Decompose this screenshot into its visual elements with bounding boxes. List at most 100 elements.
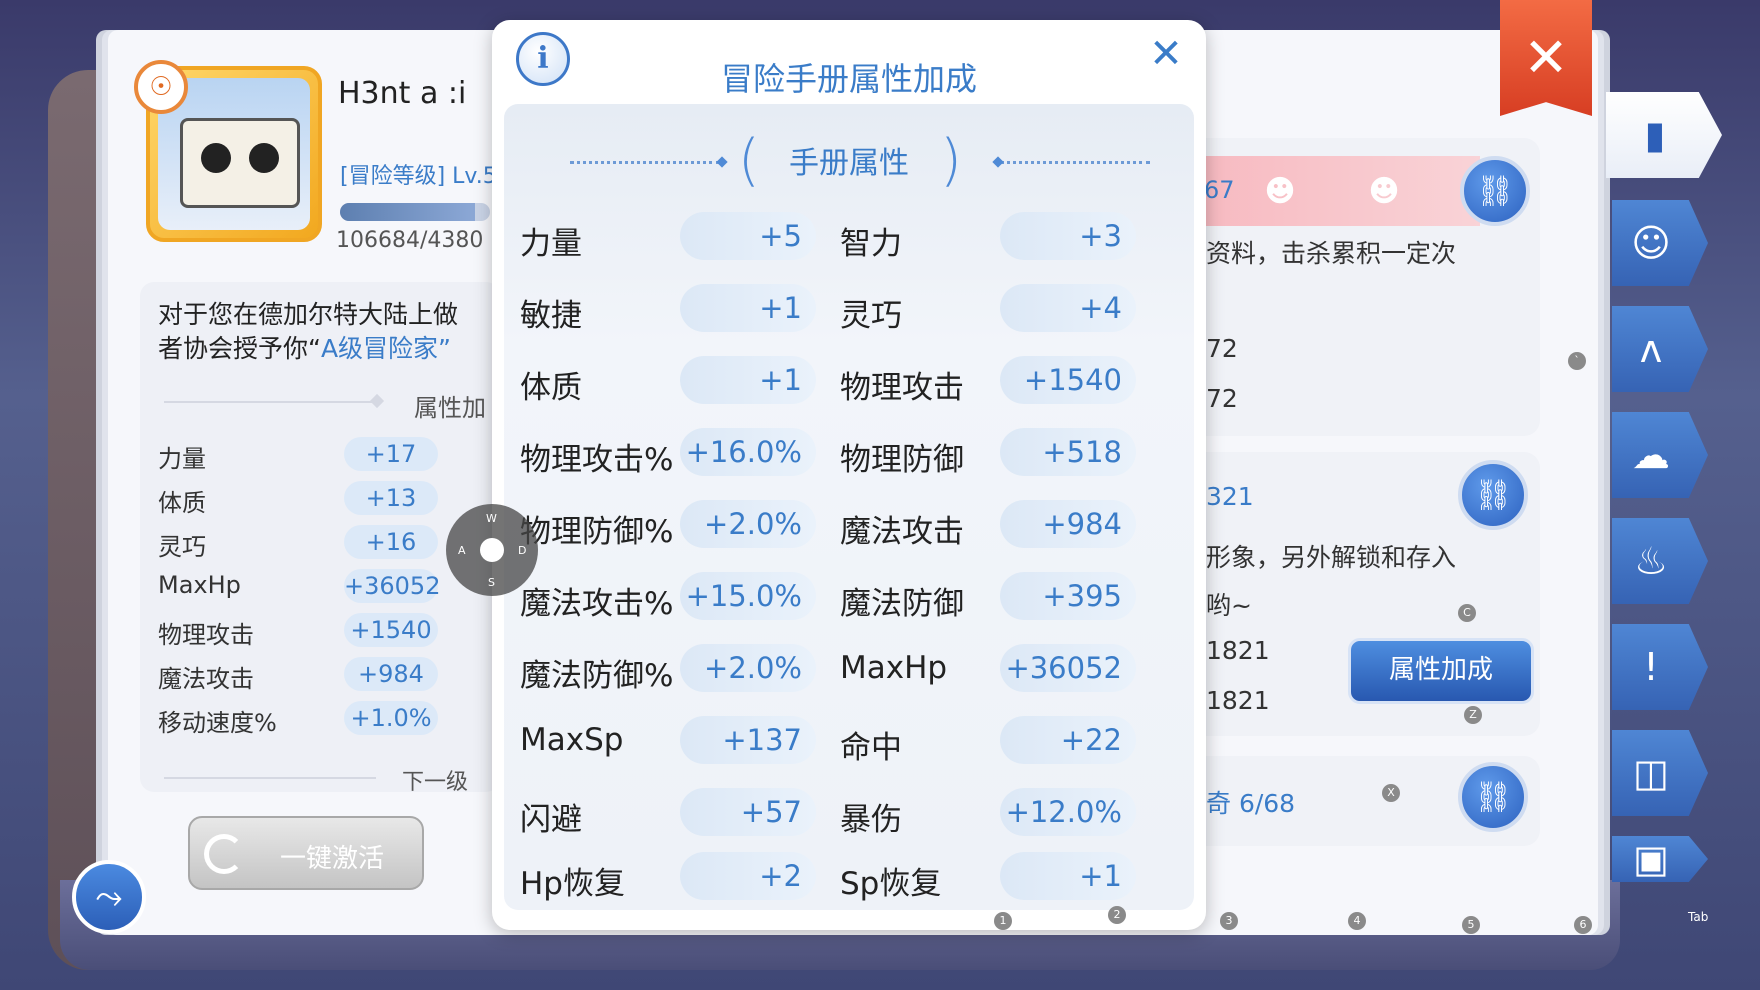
handbook-attribute-popup: i 冒险手册属性加成 ✕ ( 手册属性 ) 力量 +5 智力 +3 敏捷 +1 … (492, 20, 1206, 930)
left-stat-row: 魔法攻击 +984 (158, 657, 458, 693)
stat-value: +1 (680, 284, 816, 332)
hotkey-hint: Z (1464, 706, 1482, 724)
stat-label: 灵巧 (840, 298, 902, 334)
stat-label: Sp恢复 (840, 866, 942, 902)
left-stat-value: +984 (344, 657, 438, 691)
joystick-key-right: D (518, 544, 527, 557)
book-icon: ▮ (1644, 113, 1666, 157)
section-divider (164, 777, 376, 779)
section-divider (164, 401, 376, 403)
left-stat-label: 力量 (158, 445, 206, 473)
stat-cell: 力量 +5 (520, 212, 840, 262)
left-stat-value: +1540 (344, 613, 438, 647)
share-button[interactable]: ⤳ (72, 860, 146, 934)
stat-value: +3 (1000, 212, 1136, 260)
link-icon: ⛓ (1473, 477, 1513, 513)
attribute-bonus-button[interactable]: 属性加成 (1348, 638, 1534, 704)
stat-value: +137 (680, 716, 816, 764)
stat-cell: 体质 +1 (520, 356, 840, 406)
left-stat-row: 力量 +17 (158, 437, 458, 473)
decor-divider (1000, 161, 1150, 164)
stat-value: +1 (1000, 852, 1136, 900)
stat-value: +5 (680, 212, 816, 260)
popup-title: 冒险手册属性加成 (720, 60, 977, 98)
hotkey-hint: 3 (1220, 912, 1238, 930)
tab-hotkey-hint: Tab (1688, 910, 1709, 924)
stat-cell: 敏捷 +1 (520, 284, 840, 334)
card-stat: 72 (1206, 334, 1238, 363)
card-stat: 1821 (1206, 686, 1270, 715)
close-book-button[interactable]: ✕ (1500, 0, 1592, 116)
link-icon: ⛓ (1473, 779, 1513, 815)
hotkey-hint: 6 (1574, 916, 1592, 934)
tab-cooking[interactable]: ♨ (1612, 518, 1708, 604)
stat-label: 智力 (840, 226, 902, 262)
popup-close-button[interactable]: ✕ (1146, 34, 1186, 74)
stat-cell: 物理防御 +518 (840, 428, 1160, 478)
next-level-title: 下一级 (402, 770, 469, 795)
monster-icon: ☺ (1631, 221, 1671, 265)
left-stat-value: +36052 (344, 569, 440, 603)
stat-label: 魔法攻击% (520, 586, 674, 622)
tab-npc[interactable]: ! (1612, 624, 1708, 710)
stat-cell: 魔法攻击 +984 (840, 500, 1160, 550)
stat-label: MaxHp (840, 650, 948, 686)
stat-value: +12.0% (1000, 788, 1136, 836)
stat-cell: 智力 +3 (840, 212, 1160, 262)
left-stat-value: +13 (344, 481, 438, 515)
more-icon: ▣ (1633, 837, 1669, 881)
stat-label: 闪避 (520, 802, 582, 838)
left-stat-label: 移动速度% (158, 709, 277, 737)
stat-cell: 灵巧 +4 (840, 284, 1160, 334)
left-stat-label: 灵巧 (158, 533, 206, 561)
stat-value: +22 (1000, 716, 1136, 764)
exp-progress-bar (340, 203, 490, 221)
tab-mount[interactable]: ☁ (1612, 412, 1708, 498)
stat-label: 暴伤 (840, 802, 902, 838)
tab-more[interactable]: ▣ (1612, 836, 1708, 882)
stat-label: Hp恢复 (520, 866, 625, 902)
tab-handbook[interactable]: ▮ (1606, 92, 1722, 178)
stat-cell: 魔法防御 +395 (840, 572, 1160, 622)
share-icon: ⤳ (95, 877, 123, 917)
tab-monster[interactable]: ☺ (1612, 200, 1708, 286)
stat-label: 魔法防御 (840, 586, 964, 622)
activate-icon (204, 834, 244, 874)
virtual-joystick[interactable]: W A D S (446, 504, 538, 596)
tab-map[interactable]: ◫ (1612, 730, 1708, 816)
link-button[interactable]: ⛓ (1460, 156, 1530, 226)
stat-value: +4 (1000, 284, 1136, 332)
stat-value: +1 (680, 356, 816, 404)
stat-cell: MaxHp +36052 (840, 644, 1160, 694)
stat-value: +1540 (1000, 356, 1136, 404)
stat-cell: 暴伤 +12.0% (840, 788, 1160, 838)
stat-label: 命中 (840, 730, 902, 766)
cat-icon: ☻ (1264, 174, 1296, 209)
link-icon: ⛓ (1475, 173, 1515, 209)
stat-cell: 闪避 +57 (520, 788, 840, 838)
map-icon: ◫ (1633, 751, 1669, 795)
left-stat-label: 体质 (158, 489, 206, 517)
one-click-activate-button[interactable]: 一键激活 (188, 816, 424, 890)
mount-icon: ☁ (1632, 433, 1670, 477)
link-button[interactable]: ⛓ (1458, 762, 1528, 832)
left-stat-value: +1.0% (344, 701, 438, 735)
link-button[interactable]: ⛓ (1458, 460, 1528, 530)
left-stat-label: 物理攻击 (158, 621, 254, 649)
card-progress: 奇 6/68 (1206, 789, 1296, 818)
stat-label: 体质 (520, 370, 582, 406)
stat-label: MaxSp (520, 722, 624, 758)
left-stat-value: +16 (344, 525, 438, 559)
tab-pet[interactable]: ʌ (1612, 306, 1708, 392)
stat-value: +15.0% (680, 572, 816, 620)
adventure-level: [冒险等级] Lv.5 (340, 164, 497, 189)
joystick-thumb[interactable] (480, 538, 504, 562)
stat-value: +2.0% (680, 644, 816, 692)
hotkey-hint: C (1458, 604, 1476, 622)
left-stat-row: 物理攻击 +1540 (158, 613, 458, 649)
stat-value: +2 (680, 852, 816, 900)
hotkey-hint: 1 (994, 912, 1012, 930)
left-stat-row: 移动速度% +1.0% (158, 701, 458, 737)
stat-cell: 魔法攻击% +15.0% (520, 572, 840, 622)
stat-value: +36052 (1000, 644, 1136, 692)
